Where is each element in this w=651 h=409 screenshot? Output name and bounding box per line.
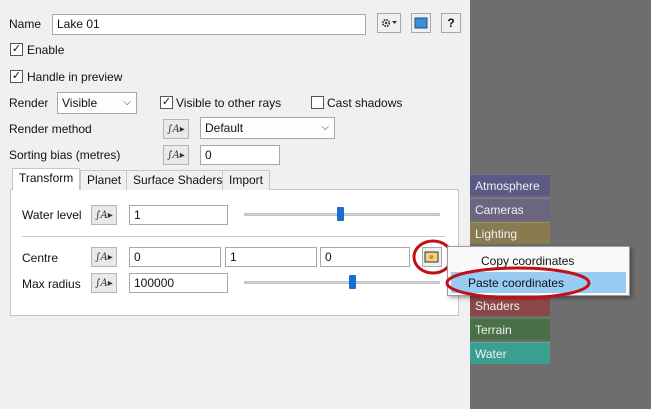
tab-surface-shaders[interactable]: Surface Shaders [126,170,230,190]
sidebar-button-atmosphere[interactable]: Atmosphere [470,174,550,196]
sidebar-button-terrain[interactable]: Terrain [470,318,550,340]
checkmark-icon: ✓ [11,70,22,82]
render-method-value: Default [205,121,244,135]
preview-button[interactable] [411,13,431,33]
water-level-label: Water level [22,208,82,222]
checkmark-icon: ✓ [161,96,172,108]
render-method-label: Render method [9,122,92,136]
sidebar-button-water[interactable]: Water [470,342,550,364]
name-input[interactable]: Lake 01 [52,14,366,35]
enable-checkbox[interactable]: ✓ [10,43,23,56]
centre-x-input[interactable]: 0 [129,247,221,267]
function-icon: ∫A▸ [167,149,185,161]
cast-shadows-label: Cast shadows [327,96,403,110]
centre-label: Centre [22,251,59,265]
render-select[interactable]: Visible ⌵ [57,92,137,114]
handle-in-preview-label: Handle in preview [27,70,123,84]
max-radius-function-button[interactable]: ∫A▸ [91,273,117,293]
gear-icon [381,18,397,28]
tab-transform[interactable]: Transform [12,168,81,190]
help-icon: ? [447,16,455,30]
max-radius-slider-track[interactable] [244,281,440,284]
sidebar-button-lighting[interactable]: Lighting [470,222,550,244]
gear-menu-button[interactable] [377,13,401,33]
chevron-down-icon: ⌵ [321,122,329,133]
render-label: Render [9,96,49,110]
highlight-ellipse [445,266,591,300]
sorting-bias-label: Sorting bias (metres) [9,148,121,162]
function-icon: ∫A▸ [167,123,185,135]
name-label: Name [9,17,42,31]
checkmark-icon: ✓ [11,43,22,55]
max-radius-label: Max radius [22,277,81,291]
preview-icon [414,17,428,29]
visible-to-other-rays-checkbox[interactable]: ✓ [160,96,173,109]
max-radius-slider-thumb[interactable] [348,275,356,289]
function-icon: ∫A▸ [95,209,113,221]
water-level-input[interactable]: 1 [129,205,228,225]
tab-planet[interactable]: Planet [80,170,129,190]
help-button[interactable]: ? [441,13,461,33]
render-select-value: Visible [62,96,98,110]
max-radius-input[interactable]: 100000 [129,273,228,293]
sorting-bias-input[interactable]: 0 [200,145,280,165]
divider [22,236,445,237]
sorting-bias-function-button[interactable]: ∫A▸ [163,145,189,165]
function-icon: ∫A▸ [95,251,113,263]
chevron-down-icon: ⌵ [123,97,131,108]
enable-label: Enable [27,43,65,57]
sidebar-button-cameras[interactable]: Cameras [470,198,550,220]
centre-y-input[interactable]: 1 [225,247,317,267]
cast-shadows-checkbox[interactable] [311,96,324,109]
render-method-select[interactable]: Default ⌵ [200,117,335,139]
centre-z-input[interactable]: 0 [320,247,410,267]
render-method-function-button[interactable]: ∫A▸ [163,119,189,139]
water-level-slider-thumb[interactable] [337,207,345,221]
tab-import[interactable]: Import [222,170,271,190]
function-icon: ∫A▸ [95,277,113,289]
handle-in-preview-checkbox[interactable]: ✓ [10,70,23,83]
centre-function-button[interactable]: ∫A▸ [91,247,117,267]
water-level-function-button[interactable]: ∫A▸ [91,205,117,225]
visible-to-other-rays-label: Visible to other rays [176,96,282,110]
